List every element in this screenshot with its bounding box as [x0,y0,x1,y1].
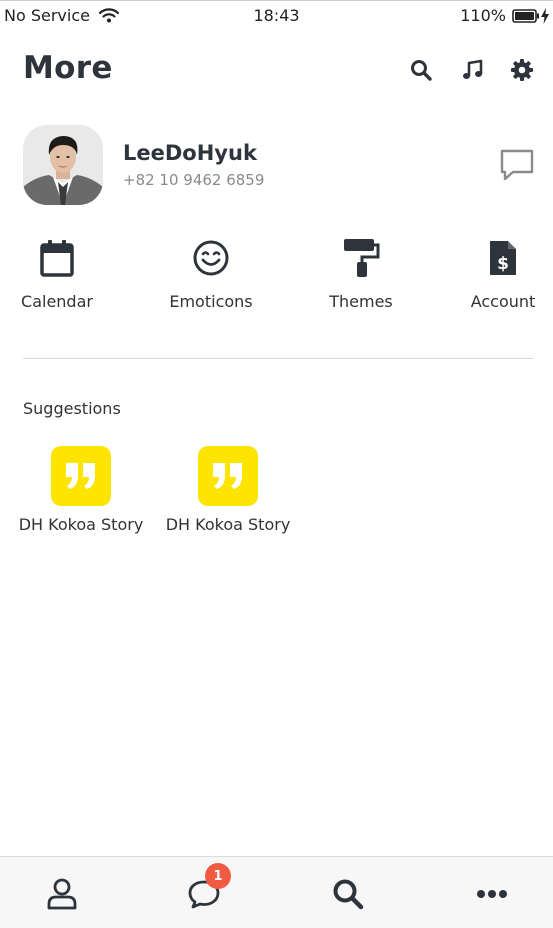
tab-search[interactable] [330,876,366,912]
status-right: 110% [460,6,550,25]
svg-text:$: $ [497,254,509,274]
suggestion-item[interactable]: DH Kokoa Story [18,446,144,534]
page-title: More [23,50,113,86]
battery-percentage: 110% [460,6,506,25]
quick-action-label: Calendar [21,292,93,311]
quick-action-calendar[interactable]: Calendar [17,238,97,318]
suggestion-app-icon [198,446,258,506]
profile-name: LeeDoHyuk [123,141,257,165]
paint-roller-icon [344,239,380,277]
status-bar: No Service 18:43 110% [0,0,553,30]
more-dots-icon [477,890,507,898]
profile-phone: +82 10 9462 6859 [123,171,265,189]
quote-icon [66,463,95,489]
person-icon [47,878,77,910]
suggestion-label: DH Kokoa Story [18,515,144,534]
battery-icon [512,8,539,23]
bottom-tab-bar: 1 [0,856,553,928]
quick-action-label: Themes [329,292,393,311]
charging-bolt-icon [541,7,549,24]
suggestions-title: Suggestions [23,399,121,418]
smile-icon [193,240,229,276]
quote-icon [213,463,242,489]
music-icon[interactable] [460,58,484,82]
search-icon [333,879,364,910]
suggestion-app-icon [51,446,111,506]
tab-friends[interactable] [44,876,80,912]
suggestion-label: DH Kokoa Story [165,515,291,534]
calendar-icon [40,240,74,277]
quick-action-label: Account [470,292,536,311]
quick-action-label: Emoticons [169,292,253,311]
search-icon[interactable] [409,58,433,82]
invoice-dollar-icon: $ [490,241,516,275]
divider [23,358,533,359]
quick-action-account[interactable]: $ Account [463,238,543,318]
unread-badge: 1 [205,863,231,889]
quick-action-themes[interactable]: Themes [321,238,401,318]
gear-icon[interactable] [510,58,534,82]
tab-more[interactable] [474,876,510,912]
avatar-image [23,125,103,205]
avatar[interactable] [23,125,103,205]
quick-action-emoticons[interactable]: Emoticons [166,238,256,318]
chat-bubble-icon[interactable] [499,147,535,183]
suggestion-item[interactable]: DH Kokoa Story [165,446,291,534]
